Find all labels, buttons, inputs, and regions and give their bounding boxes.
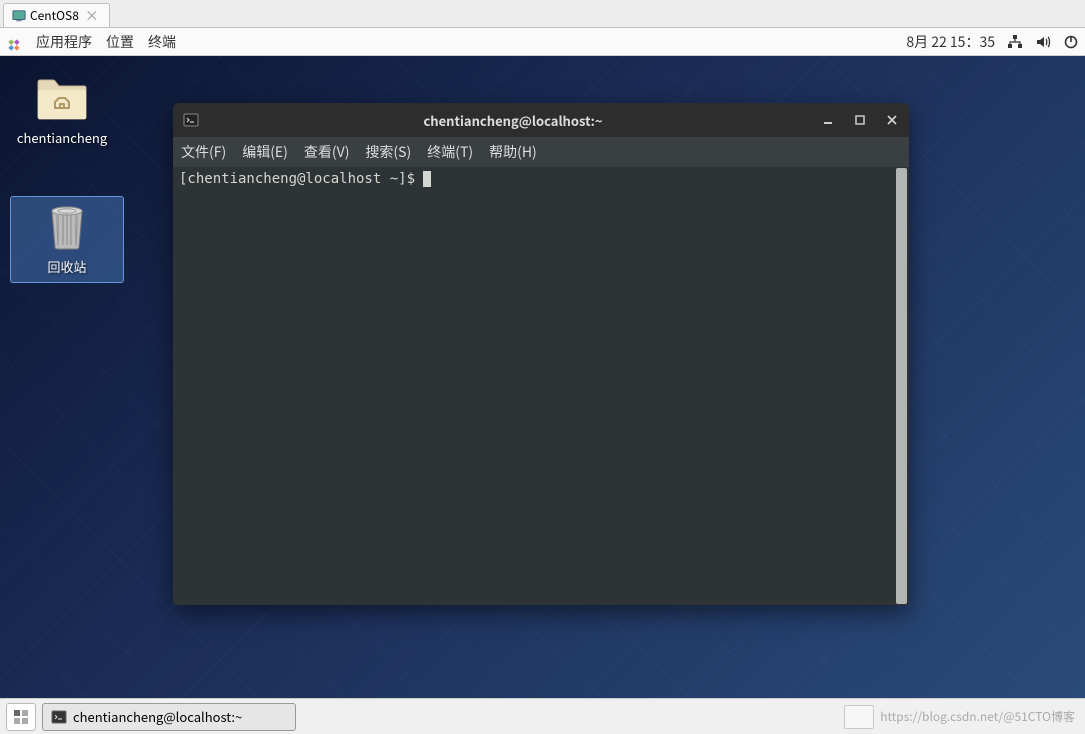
trash-icon bbox=[38, 203, 96, 251]
desktop-area[interactable]: chentiancheng 回收站 chentiancheng@localhos… bbox=[0, 56, 1085, 698]
menu-terminal[interactable]: 终端(T) bbox=[427, 142, 473, 162]
close-icon[interactable]: × bbox=[83, 6, 101, 26]
menu-file[interactable]: 文件(F) bbox=[181, 142, 226, 162]
taskbar-window-terminal[interactable]: chentiancheng@localhost:~ bbox=[42, 703, 296, 731]
folder-icon bbox=[33, 74, 91, 122]
watermark-text: https://blog.csdn.net/@51CTO博客 bbox=[880, 708, 1079, 725]
terminal-task-icon bbox=[51, 709, 67, 725]
menu-edit[interactable]: 编辑(E) bbox=[242, 142, 288, 162]
maximize-button[interactable] bbox=[853, 113, 867, 127]
terminal-titlebar[interactable]: chentiancheng@localhost:~ bbox=[173, 103, 909, 137]
minimize-button[interactable] bbox=[821, 113, 835, 127]
tray-button-1[interactable] bbox=[844, 705, 874, 729]
terminal-prompt: [chentiancheng@localhost ~]$ bbox=[179, 171, 423, 187]
menu-view[interactable]: 查看(V) bbox=[304, 142, 350, 162]
terminal-title: chentiancheng@localhost:~ bbox=[205, 111, 821, 130]
home-folder-label: chentiancheng bbox=[12, 128, 112, 147]
bottom-taskbar: chentiancheng@localhost:~ https://blog.c… bbox=[0, 698, 1085, 734]
terminal-cursor bbox=[423, 171, 431, 187]
monitor-icon bbox=[12, 9, 26, 23]
vm-tab-bar: CentOS8 × bbox=[0, 0, 1085, 28]
datetime-label[interactable]: 8月 22 15：35 bbox=[906, 32, 995, 52]
terminal-menu[interactable]: 终端 bbox=[148, 32, 176, 52]
applications-menu[interactable]: 应用程序 bbox=[36, 32, 92, 52]
workspaces-icon bbox=[13, 709, 29, 725]
terminal-scrollbar[interactable] bbox=[896, 168, 907, 604]
menu-help[interactable]: 帮助(H) bbox=[489, 142, 537, 162]
terminal-window: chentiancheng@localhost:~ 文件(F) 编辑(E) 查看… bbox=[173, 103, 909, 605]
terminal-menubar: 文件(F) 编辑(E) 查看(V) 搜索(S) 终端(T) 帮助(H) bbox=[173, 137, 909, 167]
close-button[interactable] bbox=[885, 113, 899, 127]
menu-search[interactable]: 搜索(S) bbox=[365, 142, 411, 162]
show-desktop-button[interactable] bbox=[6, 703, 36, 731]
vm-tab-label: CentOS8 bbox=[30, 7, 79, 24]
network-icon[interactable] bbox=[1007, 34, 1023, 50]
trash-label: 回收站 bbox=[13, 257, 121, 276]
terminal-app-icon bbox=[183, 112, 199, 128]
vm-tab-centos8[interactable]: CentOS8 × bbox=[3, 3, 110, 27]
places-menu[interactable]: 位置 bbox=[106, 32, 134, 52]
volume-icon[interactable] bbox=[1035, 34, 1051, 50]
taskbar-tray: https://blog.csdn.net/@51CTO博客 bbox=[844, 705, 1079, 729]
top-panel: 应用程序 位置 终端 8月 22 15：35 bbox=[0, 28, 1085, 56]
power-icon[interactable] bbox=[1063, 34, 1079, 50]
taskbar-window-label: chentiancheng@localhost:~ bbox=[73, 707, 242, 726]
centos-logo-icon bbox=[6, 34, 22, 50]
trash-icon-desktop[interactable]: 回收站 bbox=[10, 196, 124, 283]
home-folder-icon[interactable]: chentiancheng bbox=[12, 74, 112, 147]
terminal-body[interactable]: [chentiancheng@localhost ~]$ bbox=[173, 167, 909, 605]
